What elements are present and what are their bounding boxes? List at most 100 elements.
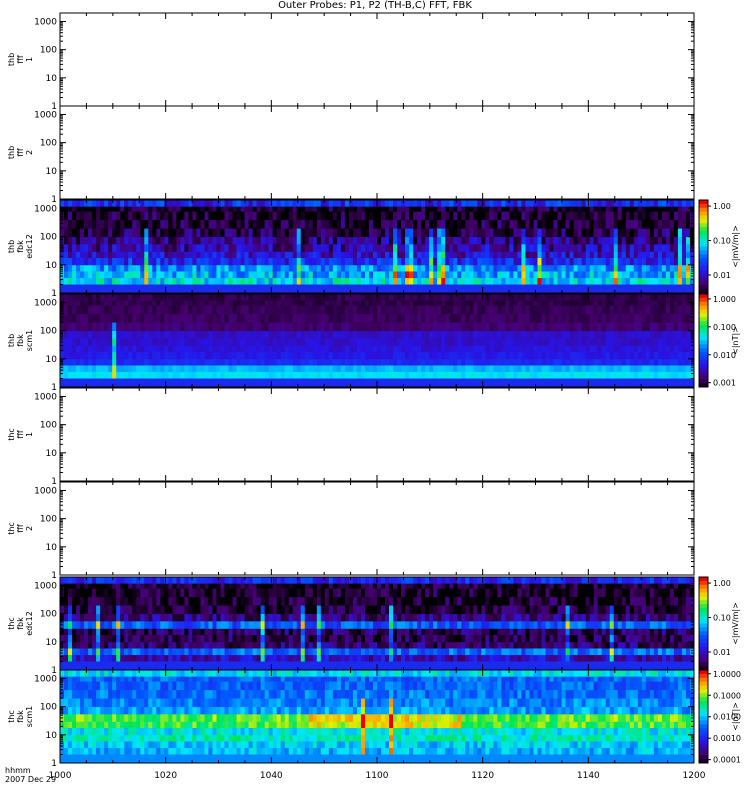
heatmap-cell	[228, 648, 233, 656]
heatmap-cell	[609, 358, 615, 366]
heatmap-cell	[465, 219, 470, 229]
heatmap-cell	[184, 243, 189, 252]
heatmap-cell	[449, 351, 454, 360]
heatmap-cell	[569, 264, 575, 272]
heatmap-cell	[356, 264, 362, 272]
heatmap-cell	[381, 305, 386, 315]
heatmap-cell	[312, 583, 318, 589]
heatmap-cell	[128, 236, 133, 245]
heatmap-cell	[116, 588, 121, 598]
heatmap-cell	[136, 271, 141, 279]
heatmap-cell	[296, 257, 302, 266]
heatmap-cell	[304, 351, 310, 360]
colorbar-segment	[699, 352, 708, 357]
heatmap-cell	[72, 371, 77, 379]
heatmap-cell	[112, 251, 117, 259]
heatmap-cell	[76, 628, 81, 636]
heatmap-cell	[320, 322, 326, 332]
heatmap-cell	[228, 330, 233, 339]
heatmap-cell	[260, 206, 266, 212]
heatmap-cell	[108, 264, 113, 272]
heatmap-cell	[637, 358, 643, 366]
heatmap-cell	[477, 313, 482, 323]
heatmap-cell	[72, 228, 77, 238]
heatmap-cell	[585, 358, 591, 366]
heatmap-cell	[204, 613, 209, 622]
heatmap-cell	[96, 300, 101, 306]
heatmap-cell	[168, 236, 173, 245]
heatmap-cell	[184, 358, 189, 366]
heatmap-cell	[377, 236, 382, 245]
heatmap-cell	[96, 654, 101, 662]
heatmap-cell	[128, 596, 133, 606]
heatmap-cell	[573, 322, 579, 332]
colorbar-segment	[699, 297, 708, 303]
heatmap-cell	[160, 322, 165, 332]
heatmap-cell	[300, 596, 306, 606]
heatmap-cell	[340, 264, 346, 272]
heatmap-cell	[144, 294, 149, 301]
heatmap-cell	[621, 305, 627, 315]
heatmap-cell	[344, 345, 350, 353]
heatmap-cell	[417, 305, 422, 315]
heatmap-cell	[212, 371, 217, 379]
heatmap-cell	[513, 236, 518, 245]
heatmap-cell	[224, 206, 229, 212]
heatmap-cell	[188, 322, 193, 332]
heatmap-cell	[381, 628, 386, 636]
heatmap-cell	[385, 351, 390, 360]
heatmap-cell	[657, 257, 663, 266]
heatmap-cell	[657, 219, 663, 229]
heatmap-cell	[433, 257, 438, 266]
heatmap-cell	[513, 330, 518, 339]
heatmap-cell	[80, 641, 85, 649]
heatmap-cell	[649, 337, 655, 346]
heatmap-cell	[356, 330, 362, 339]
heatmap-cell	[393, 613, 398, 622]
heatmap-cell	[509, 219, 514, 229]
heatmap-cell	[192, 620, 197, 629]
heatmap-cell	[545, 345, 550, 353]
heatmap-cell	[232, 648, 237, 656]
heatmap-cell	[256, 236, 262, 245]
heatmap-cell	[585, 271, 591, 279]
heatmap-cell	[521, 330, 526, 339]
heatmap-cell	[84, 583, 89, 589]
heatmap-cell	[76, 264, 81, 272]
heatmap-cell	[120, 264, 125, 272]
heatmap-cell	[525, 371, 530, 379]
heatmap-cell	[541, 257, 546, 266]
heatmap-cell	[501, 236, 506, 245]
heatmap-cell	[409, 300, 414, 306]
heatmap-cell	[196, 583, 201, 589]
heatmap-cell	[184, 313, 189, 323]
heatmap-cell	[425, 236, 430, 245]
heatmap-cell	[80, 322, 85, 332]
heatmap-cell	[368, 322, 374, 332]
heatmap-cell	[312, 351, 318, 360]
heatmap-cell	[681, 351, 687, 360]
heatmap-cell	[148, 613, 153, 622]
heatmap-cell	[601, 365, 607, 373]
heatmap-cell	[164, 648, 169, 656]
heatmap-cell	[340, 577, 346, 584]
heatmap-cell	[228, 365, 233, 373]
heatmap-cell	[232, 219, 237, 229]
heatmap-cell	[172, 365, 177, 373]
heatmap-cell	[617, 264, 623, 272]
heatmap-cell	[188, 588, 193, 598]
heatmap-cell	[152, 345, 157, 353]
heatmap-cell	[256, 206, 262, 212]
heatmap-cell	[597, 300, 603, 306]
heatmap-cell	[240, 620, 245, 629]
heatmap-cell	[240, 236, 245, 245]
heatmap-cell	[593, 264, 599, 272]
heatmap-cell	[437, 251, 442, 259]
heatmap-cell	[324, 577, 330, 584]
heatmap-cell	[248, 583, 253, 589]
heatmap-cell	[677, 277, 683, 285]
heatmap-cell	[160, 200, 165, 207]
heatmap-cell	[92, 236, 97, 245]
heatmap-cell	[148, 300, 153, 306]
heatmap-cell	[224, 251, 229, 259]
